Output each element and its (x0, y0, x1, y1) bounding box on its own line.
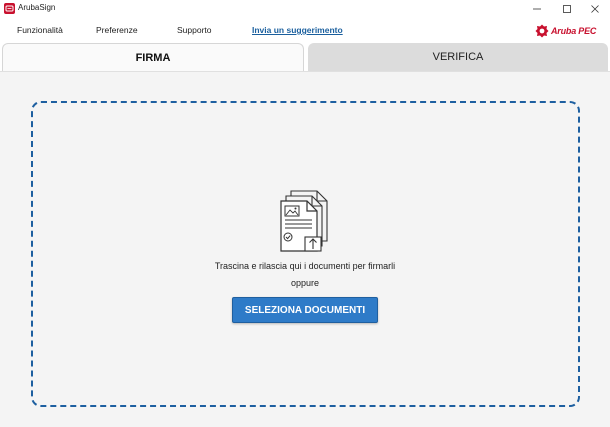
or-label: oppure (290, 278, 320, 288)
close-button[interactable] (580, 0, 610, 18)
menu-supporto[interactable]: Supporto (177, 25, 212, 35)
close-icon (591, 5, 599, 13)
menu-preferenze[interactable]: Preferenze (96, 25, 138, 35)
aruba-logo-icon (535, 24, 549, 38)
title-bar: ArubaSign (0, 0, 610, 18)
mode-tabs: FIRMA VERIFICA (0, 43, 610, 71)
window-title: ArubaSign (18, 3, 56, 12)
menu-funzionalita[interactable]: Funzionalità (17, 25, 63, 35)
app-window: ArubaSign Funzionalità Preferenze Suppor… (0, 0, 610, 427)
documents-upload-icon (280, 190, 328, 252)
drop-instruction: Trascina e rilascia qui i documenti per … (214, 261, 396, 271)
maximize-button[interactable] (552, 0, 582, 18)
select-documents-button[interactable]: SELEZIONA DOCUMENTI (232, 297, 378, 323)
tab-firma[interactable]: FIRMA (2, 43, 304, 71)
suggestion-link[interactable]: Invia un suggerimento (252, 25, 343, 35)
maximize-icon (563, 5, 571, 13)
tab-verifica[interactable]: VERIFICA (308, 43, 608, 71)
minimize-button[interactable] (522, 0, 552, 18)
menu-bar: Funzionalità Preferenze Supporto Invia u… (0, 18, 610, 42)
aruba-pec-logo: Aruba PEC (535, 24, 596, 38)
brand-name: Aruba PEC (551, 26, 597, 36)
minimize-icon (533, 8, 541, 10)
arubasign-app-icon (4, 3, 15, 14)
